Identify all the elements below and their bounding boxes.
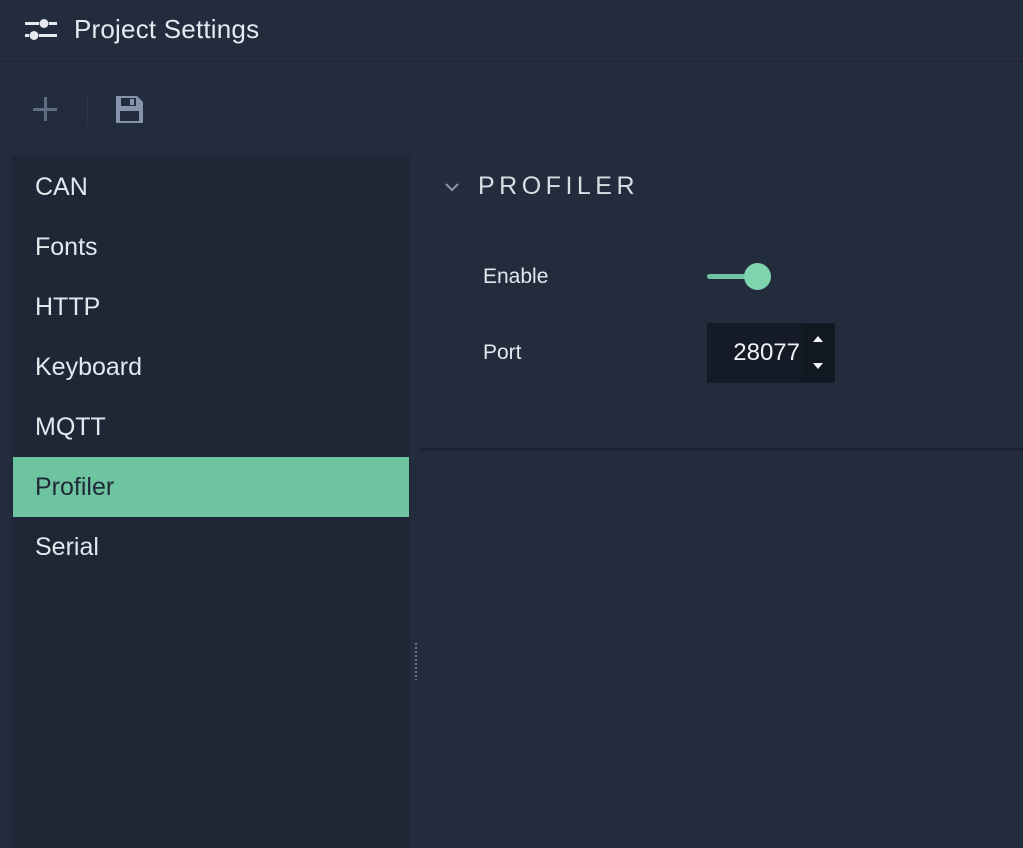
sliders-icon [25, 19, 57, 40]
toolbar [0, 62, 1023, 154]
chevron-down-icon[interactable] [442, 177, 462, 197]
sidebar-item-label: Fonts [35, 232, 98, 261]
sidebar-item-serial[interactable]: Serial [13, 517, 409, 577]
profiler-section: PROFILER Enable Port [418, 155, 1023, 451]
enable-toggle[interactable] [707, 262, 773, 292]
panel-splitter-handle[interactable] [414, 642, 418, 680]
port-spin-buttons [802, 324, 834, 382]
toggle-knob [744, 263, 771, 290]
sidebar-item-label: MQTT [35, 412, 106, 441]
save-icon[interactable] [112, 92, 146, 126]
section-title: PROFILER [478, 172, 640, 200]
sidebar-item-label: Profiler [35, 472, 115, 501]
sidebar-item-can[interactable]: CAN [13, 157, 409, 217]
sidebar-item-label: CAN [35, 172, 88, 201]
port-input[interactable] [708, 324, 800, 382]
sidebar-item-label: Serial [35, 532, 99, 561]
plus-icon[interactable] [28, 92, 62, 126]
project-settings-window: Project Settings CAN Fonts HTTP Keyboard [0, 0, 1023, 848]
window-title: Project Settings [74, 14, 260, 44]
sidebar-item-mqtt[interactable]: MQTT [13, 397, 409, 457]
sidebar-item-profiler[interactable]: Profiler [13, 457, 409, 517]
sidebar-item-fonts[interactable]: Fonts [13, 217, 409, 277]
settings-category-list: CAN Fonts HTTP Keyboard MQTT Profiler Se… [12, 155, 410, 848]
sidebar-item-label: HTTP [35, 292, 101, 321]
title-bar: Project Settings [0, 0, 1023, 62]
caret-up-icon[interactable] [802, 324, 834, 353]
caret-down-icon[interactable] [802, 353, 834, 382]
sidebar-item-http[interactable]: HTTP [13, 277, 409, 337]
port-spinbox [707, 323, 835, 383]
enable-label: Enable [483, 265, 549, 288]
sidebar-item-label: Keyboard [35, 352, 143, 381]
toolbar-separator [87, 96, 88, 124]
port-label: Port [483, 341, 522, 364]
sidebar-item-keyboard[interactable]: Keyboard [13, 337, 409, 397]
